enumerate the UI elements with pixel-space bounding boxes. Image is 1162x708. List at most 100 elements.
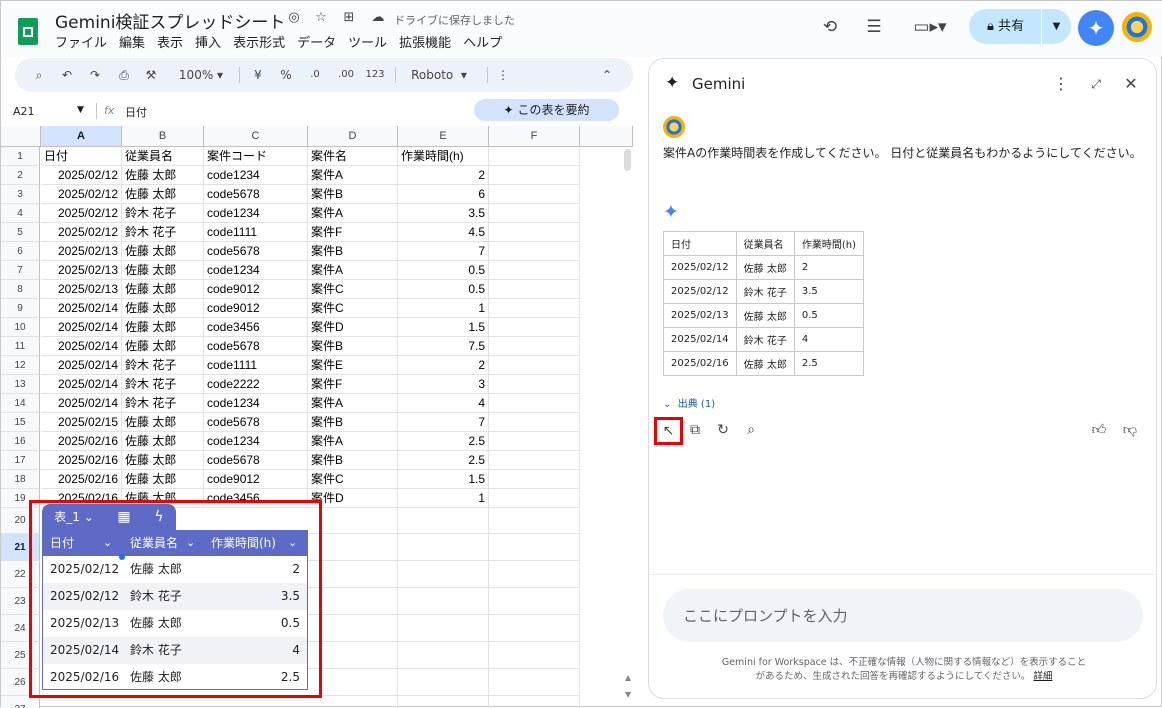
table-row[interactable]: 2025/02/16 佐藤 太郎 2.5 <box>42 664 308 691</box>
row-header[interactable]: 17 <box>1 451 40 470</box>
empty-cell[interactable] <box>489 470 580 489</box>
table-cell[interactable]: 3.5 <box>281 583 300 610</box>
percent-format-button[interactable]: % <box>277 58 295 92</box>
menu-extensions[interactable]: 拡張機能 <box>399 32 451 51</box>
meet-icon[interactable]: ▭▸▾ <box>909 12 951 42</box>
empty-cell[interactable] <box>489 337 580 356</box>
row-header[interactable]: 13 <box>1 375 40 394</box>
scrollbar-thumb[interactable] <box>624 149 631 171</box>
table-cell[interactable]: code1111 <box>204 223 308 242</box>
column-header-f[interactable]: F <box>489 126 580 147</box>
row-header[interactable]: 21 <box>1 534 40 561</box>
row-header[interactable]: 1 <box>1 147 40 166</box>
menu-tools[interactable]: ツール <box>348 32 387 51</box>
table-cell[interactable]: 2025/02/16 <box>41 470 122 489</box>
table-cell[interactable]: 案件D <box>308 318 398 337</box>
more-vert-icon[interactable]: ⋮ <box>1050 73 1072 95</box>
table-cell[interactable]: 鈴木 花子 <box>130 583 182 610</box>
row-header[interactable]: 12 <box>1 356 40 375</box>
avatar[interactable] <box>1122 12 1152 42</box>
empty-cell[interactable] <box>308 669 398 696</box>
empty-cell[interactable] <box>489 669 580 696</box>
table-cell[interactable]: 案件B <box>308 413 398 432</box>
empty-cell[interactable] <box>489 299 580 318</box>
empty-cell[interactable] <box>398 508 489 534</box>
row-header[interactable]: 22 <box>1 561 40 588</box>
table-cell[interactable]: 佐藤 太郎 <box>122 280 204 299</box>
table-cell[interactable]: 2025/02/14 <box>41 299 122 318</box>
row-header[interactable]: 8 <box>1 280 40 299</box>
scroll-up-icon[interactable]: ▲ <box>625 673 631 682</box>
row-header[interactable]: 18 <box>1 470 40 489</box>
table-cell[interactable]: 佐藤 太郎 <box>130 556 182 583</box>
empty-cell[interactable] <box>489 375 580 394</box>
table-cell[interactable]: 2025/02/13 <box>50 610 119 637</box>
name-box[interactable]: A21 <box>13 105 35 118</box>
empty-cell[interactable] <box>489 166 580 185</box>
table-cell[interactable]: 7 <box>398 413 489 432</box>
move-folder-icon[interactable]: ⊞ <box>341 10 357 26</box>
menu-data[interactable]: データ <box>297 32 336 51</box>
table-cell[interactable]: 佐藤 太郎 <box>122 261 204 280</box>
empty-cell[interactable] <box>489 394 580 413</box>
table-cell[interactable]: 0.5 <box>398 280 489 299</box>
table-cell[interactable]: 2025/02/16 <box>41 432 122 451</box>
column-filter-chevron-icon[interactable]: ⌄ <box>186 530 195 556</box>
empty-cell[interactable] <box>489 432 580 451</box>
insert-into-sheet-button[interactable]: ↖ <box>654 417 683 445</box>
table-cell[interactable]: 2025/02/14 <box>50 637 119 664</box>
gemini-sparkle-icon[interactable]: ✦ <box>1078 10 1114 46</box>
table-cell[interactable]: 2025/02/14 <box>41 394 122 413</box>
empty-cell[interactable] <box>489 534 580 561</box>
row-header[interactable]: 5 <box>1 223 40 242</box>
table-cell[interactable]: 1 <box>398 299 489 318</box>
table-row[interactable]: 2025/02/12 鈴木 花子 3.5 <box>42 583 308 610</box>
table-cell[interactable]: 鈴木 花子 <box>122 204 204 223</box>
check-response-icon[interactable]: ⌕ <box>740 419 762 441</box>
increase-decimal-button[interactable]: .00 <box>333 58 359 92</box>
menu-insert[interactable]: 挿入 <box>195 32 221 51</box>
table-cell[interactable]: 2025/02/13 <box>41 261 122 280</box>
row-header[interactable]: 11 <box>1 337 40 356</box>
thumbs-down-icon[interactable]: 👎︎ <box>1119 419 1141 441</box>
table-cell[interactable]: code5678 <box>204 242 308 261</box>
column-header-c[interactable]: C <box>204 126 308 147</box>
row-header[interactable]: 15 <box>1 413 40 432</box>
more-formats-button[interactable]: 123 <box>363 58 387 92</box>
empty-cell[interactable] <box>398 534 489 561</box>
table-cell[interactable]: 鈴木 花子 <box>122 356 204 375</box>
table-name-dropdown[interactable]: 表_1 ⌄ <box>42 504 106 530</box>
sources-toggle[interactable]: ⌄ 出典 (1) <box>663 395 715 410</box>
empty-cell[interactable] <box>489 280 580 299</box>
empty-cell[interactable] <box>398 615 489 642</box>
empty-cell[interactable] <box>489 615 580 642</box>
vertical-scrollbar[interactable] <box>622 147 633 702</box>
table-cell[interactable]: 2025/02/13 <box>41 242 122 261</box>
lightning-icon[interactable]: ϟ <box>142 504 176 530</box>
row-header[interactable]: 3 <box>1 185 40 204</box>
table-cell[interactable]: 案件A <box>308 166 398 185</box>
table-row[interactable]: 2025/02/12 佐藤 太郎 2 <box>42 556 308 583</box>
header-cell[interactable]: 案件名 <box>308 147 398 166</box>
empty-cell[interactable] <box>489 588 580 615</box>
empty-cell[interactable] <box>489 242 580 261</box>
empty-cell[interactable] <box>308 642 398 669</box>
table-row[interactable]: 2025/02/14 鈴木 花子 4 <box>42 637 308 664</box>
table-cell[interactable]: code1234 <box>204 261 308 280</box>
table-cell[interactable]: 2025/02/13 <box>41 280 122 299</box>
table-cell[interactable]: code1234 <box>204 394 308 413</box>
row-header[interactable]: 10 <box>1 318 40 337</box>
share-button[interactable]: 🔒︎ 共有 ▼ <box>969 9 1071 44</box>
row-header[interactable]: 20 <box>1 508 40 534</box>
table-cell[interactable]: 佐藤 太郎 <box>130 664 182 691</box>
table-cell[interactable]: 2025/02/12 <box>50 583 119 610</box>
table-header-date[interactable]: 日付 <box>50 530 74 556</box>
table-cell[interactable]: 1.5 <box>398 470 489 489</box>
table-cell[interactable]: 案件F <box>308 223 398 242</box>
menu-help[interactable]: ヘルプ <box>463 32 502 51</box>
table-cell[interactable]: code5678 <box>204 451 308 470</box>
search-menus-icon[interactable]: ⌕ <box>29 58 49 92</box>
empty-cell[interactable] <box>489 318 580 337</box>
undo-icon[interactable]: ↶ <box>57 58 77 92</box>
table-cell[interactable]: 7 <box>398 242 489 261</box>
